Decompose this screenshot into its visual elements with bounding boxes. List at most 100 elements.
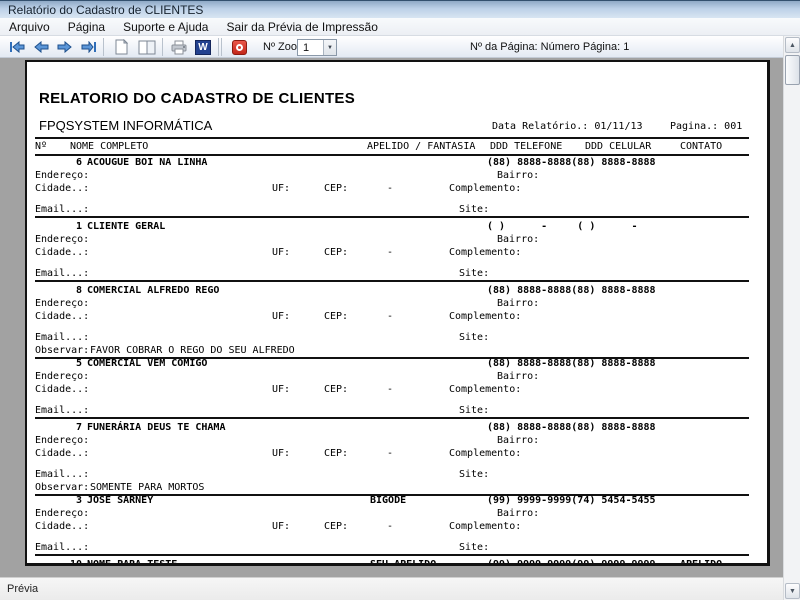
records-container: 6 ACOUGUE BOI NA LINHA (88) 8888-8888(88… (27, 62, 770, 566)
label-cidade: Cidade..: (35, 247, 89, 258)
label-complemento: Complemento: (449, 521, 521, 532)
toolbar: W Nº Zoom 1 ▼ Nº da Página: Número Págin… (0, 36, 800, 58)
label-cidade: Cidade..: (35, 311, 89, 322)
label-cidade: Cidade..: (35, 183, 89, 194)
record-name: NOME PARA TESTE (87, 559, 177, 566)
scrollbar-thumb[interactable] (785, 55, 800, 85)
record-contato: APELIDO (680, 559, 722, 566)
label-bairro: Bairro: (497, 234, 539, 245)
label-bairro: Bairro: (497, 435, 539, 446)
record-number: 7 (35, 422, 82, 433)
label-cep-dash: - (387, 521, 393, 532)
word-icon: W (195, 40, 211, 55)
statusbar: Prévia (0, 577, 783, 600)
menu-arquivo[interactable]: Arquivo (0, 18, 59, 36)
label-cep-dash: - (387, 448, 393, 459)
record-phones: ( ) - ( ) - (487, 221, 638, 232)
record-separator (35, 280, 749, 282)
status-text: Prévia (7, 583, 38, 595)
record-apelido: SEU APELIDO (370, 559, 436, 566)
label-cep-dash: - (387, 247, 393, 258)
record-row: 6 ACOUGUE BOI NA LINHA (88) 8888-8888(88… (27, 157, 770, 221)
record-name: CLIENTE GERAL (87, 221, 165, 232)
label-uf: UF: (272, 521, 290, 532)
record-observar: SOMENTE PARA MORTOS (90, 482, 204, 493)
label-endereco: Endereço: (35, 234, 89, 245)
record-name: ACOUGUE BOI NA LINHA (87, 157, 207, 168)
label-bairro: Bairro: (497, 508, 539, 519)
zoom-dropdown-arrow-icon[interactable]: ▼ (323, 40, 336, 55)
label-endereco: Endereço: (35, 170, 89, 181)
first-page-icon (9, 41, 25, 53)
label-cep: CEP: (324, 384, 348, 395)
record-row: 7 FUNERÁRIA DEUS TE CHAMA (88) 8888-8888… (27, 422, 770, 499)
record-name: JOSÉ SARNEY (87, 495, 153, 506)
label-bairro: Bairro: (497, 170, 539, 181)
label-email: Email...: (35, 542, 89, 553)
label-cidade: Cidade..: (35, 448, 89, 459)
record-row: 8 COMERCIAL ALFREDO REGO (88) 8888-8888(… (27, 285, 770, 362)
label-site: Site: (459, 332, 489, 343)
label-complemento: Complemento: (449, 311, 521, 322)
first-page-button[interactable] (6, 38, 28, 56)
menu-suporte-e-ajuda[interactable]: Suporte e Ajuda (114, 18, 217, 36)
toolbar-separator (103, 38, 104, 56)
zoom-combobox[interactable]: 1 ▼ (297, 39, 337, 56)
record-name: COMERCIAL VEM COMIGO (87, 358, 207, 369)
label-cidade: Cidade..: (35, 521, 89, 532)
printer-icon (171, 40, 187, 55)
label-complemento: Complemento: (449, 384, 521, 395)
record-number: 10 (35, 559, 82, 566)
record-separator (35, 554, 749, 556)
facing-pages-view-button[interactable] (136, 38, 158, 56)
label-observar: Observar: (35, 482, 89, 493)
label-email: Email...: (35, 405, 89, 416)
label-uf: UF: (272, 448, 290, 459)
record-phones: (88) 8888-8888(88) 8888-8888 (487, 422, 656, 433)
record-apelido: BIGODE (370, 495, 406, 506)
label-site: Site: (459, 469, 489, 480)
exit-preview-button[interactable] (228, 38, 250, 56)
label-cep-dash: - (387, 311, 393, 322)
label-endereco: Endereço: (35, 508, 89, 519)
label-endereco: Endereço: (35, 435, 89, 446)
scroll-down-icon[interactable]: ▼ (785, 583, 800, 599)
record-phones: (99) 9999-9999(99) 9999-9999 (487, 559, 656, 566)
record-number: 5 (35, 358, 82, 369)
previous-page-button[interactable] (30, 38, 52, 56)
scroll-up-icon[interactable]: ▲ (785, 37, 800, 53)
record-number: 8 (35, 285, 82, 296)
menu-sair-da-previa[interactable]: Sair da Prévia de Impressão (217, 18, 386, 36)
record-number: 6 (35, 157, 82, 168)
single-page-icon (115, 39, 128, 55)
export-word-button[interactable]: W (192, 38, 214, 56)
print-button[interactable] (168, 38, 190, 56)
app-window: Relatório do Cadastro de CLIENTES Arquiv… (0, 0, 800, 600)
label-uf: UF: (272, 311, 290, 322)
record-phones: (88) 8888-8888(88) 8888-8888 (487, 157, 656, 168)
record-number: 1 (35, 221, 82, 232)
next-page-button[interactable] (54, 38, 76, 56)
label-cep: CEP: (324, 311, 348, 322)
last-page-button[interactable] (78, 38, 100, 56)
menu-pagina[interactable]: Página (59, 18, 114, 36)
previous-page-icon (33, 41, 49, 53)
label-observar: Observar: (35, 345, 89, 356)
label-email: Email...: (35, 332, 89, 343)
label-uf: UF: (272, 384, 290, 395)
zoom-value: 1 (303, 42, 309, 54)
label-cep: CEP: (324, 521, 348, 532)
label-email: Email...: (35, 469, 89, 480)
record-observar: FAVOR COBRAR O REGO DO SEU ALFREDO (90, 345, 295, 356)
record-name: FUNERÁRIA DEUS TE CHAMA (87, 422, 225, 433)
label-cep-dash: - (387, 183, 393, 194)
facing-pages-icon (138, 40, 156, 55)
label-uf: UF: (272, 183, 290, 194)
single-page-view-button[interactable] (110, 38, 132, 56)
toolbar-separator (162, 38, 163, 56)
record-name: COMERCIAL ALFREDO REGO (87, 285, 219, 296)
label-email: Email...: (35, 268, 89, 279)
label-cidade: Cidade..: (35, 384, 89, 395)
vertical-scrollbar[interactable]: ▲ ▼ (783, 36, 800, 600)
label-bairro: Bairro: (497, 298, 539, 309)
